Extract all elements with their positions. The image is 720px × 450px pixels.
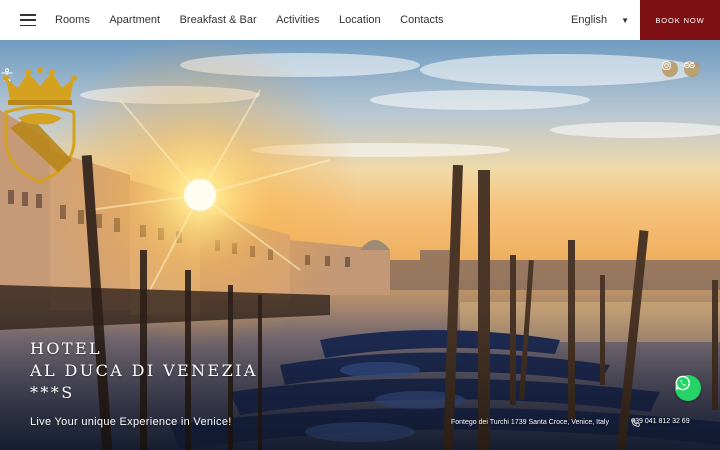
hotel-stars-rating: ***S — [30, 383, 75, 402]
tripadvisor-icon[interactable] — [684, 61, 700, 77]
caret-down-icon: ▼ — [621, 15, 629, 25]
nav-item-location[interactable]: Location — [339, 14, 381, 26]
language-selector[interactable]: English ▼ — [571, 0, 629, 40]
language-label: English — [571, 14, 608, 26]
whatsapp-icon[interactable] — [675, 375, 701, 401]
phone-icon — [631, 418, 640, 427]
hotel-address: Fontego dei Turchi 1739 Santa Croce, Ven… — [451, 419, 609, 426]
book-now-button[interactable]: BOOK NOW — [640, 0, 720, 40]
main-nav: Rooms Apartment Breakfast & Bar Activiti… — [55, 0, 463, 40]
nav-item-rooms[interactable]: Rooms — [55, 14, 90, 26]
nav-item-apartment[interactable]: Apartment — [109, 14, 160, 26]
hero-tagline: Live Your unique Experience in Venice! — [30, 416, 232, 428]
hotel-title-line-1: HOTEL — [30, 339, 103, 358]
nav-item-contacts[interactable]: Contacts — [400, 14, 443, 26]
nav-item-activities[interactable]: Activities — [276, 14, 319, 26]
hotel-title-line-2: AL DUCA DI VENEZIA — [30, 361, 258, 380]
nav-item-breakfast-bar[interactable]: Breakfast & Bar — [180, 14, 257, 26]
hamburger-icon[interactable] — [20, 14, 36, 26]
hotel-crest-logo — [3, 68, 77, 184]
top-navigation-bar: Rooms Apartment Breakfast & Bar Activiti… — [0, 0, 720, 40]
hero-section: HOTEL AL DUCA DI VENEZIA ***S Live Your … — [0, 40, 720, 450]
hotel-title: HOTEL AL DUCA DI VENEZIA ***S — [30, 338, 258, 404]
instagram-icon[interactable] — [662, 61, 678, 77]
phone-link[interactable]: +39 041 812 32 69 — [631, 418, 690, 427]
